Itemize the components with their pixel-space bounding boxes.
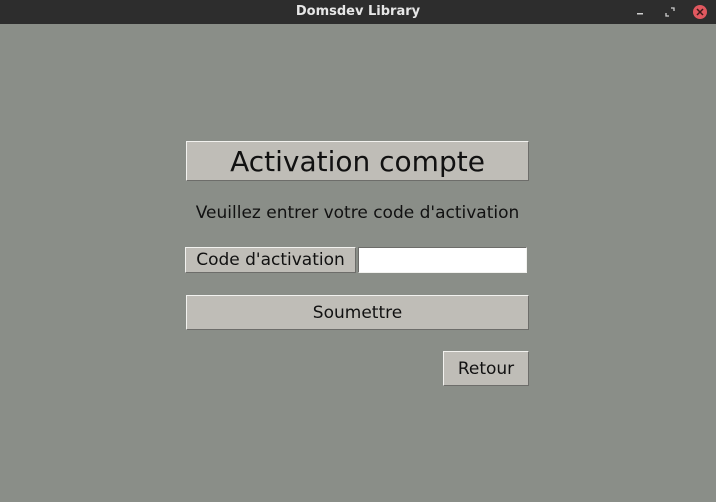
title-bar: Domsdev Library <box>0 0 716 24</box>
minimize-icon <box>637 13 643 15</box>
instruction-text: Veuillez entrer votre code d'activation <box>195 203 520 223</box>
activation-code-label: Code d'activation <box>185 247 356 273</box>
minimize-button[interactable] <box>632 4 648 20</box>
submit-button[interactable]: Soumettre <box>186 295 529 330</box>
close-icon <box>696 8 704 16</box>
back-button[interactable]: Retour <box>443 351 529 386</box>
close-button[interactable] <box>692 4 708 20</box>
window-title: Domsdev Library <box>295 4 421 19</box>
activation-code-input[interactable] <box>358 247 527 273</box>
maximize-icon <box>665 7 675 17</box>
page-title: Activation compte <box>186 141 529 181</box>
maximize-button[interactable] <box>662 4 678 20</box>
app-window: Domsdev Library Activation compte Veuill… <box>0 0 716 502</box>
